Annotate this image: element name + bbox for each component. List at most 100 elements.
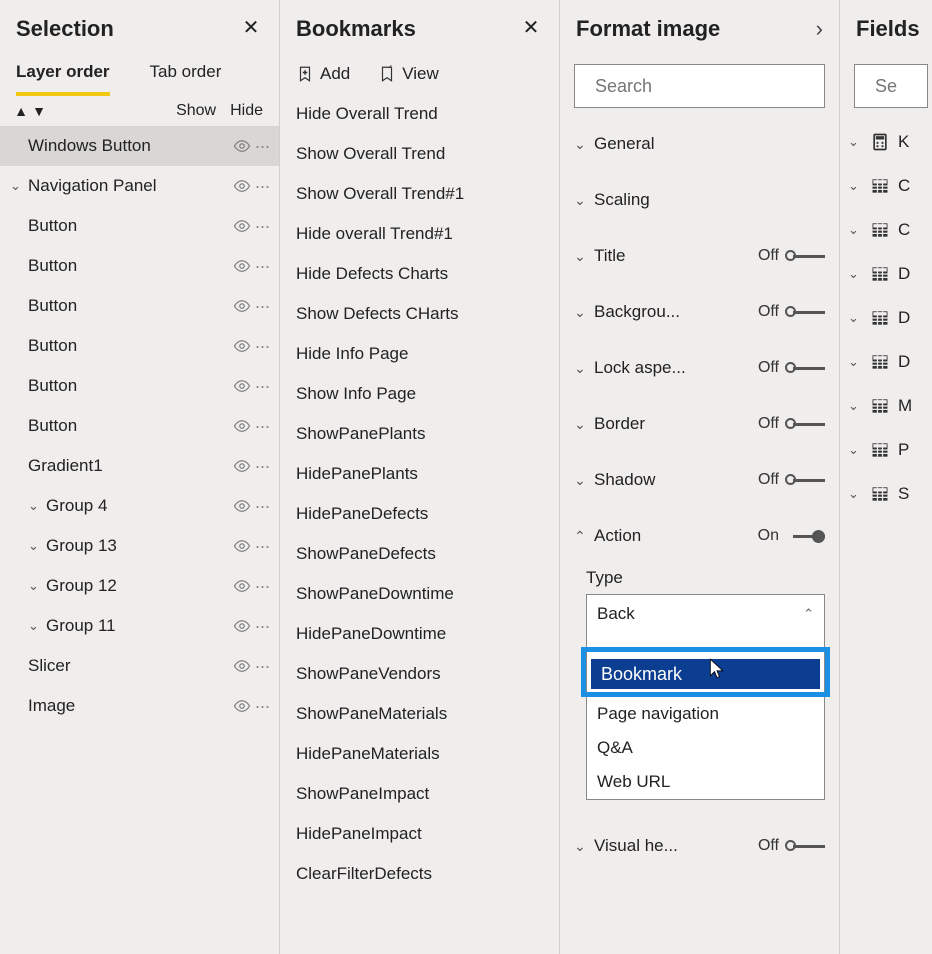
chevron-down-icon[interactable]: ⌄ — [848, 398, 862, 414]
format-section-row[interactable]: ⌄General — [560, 116, 839, 172]
selection-item[interactable]: ⌄Group 12··· — [0, 566, 279, 606]
selection-item[interactable]: ⌄Navigation Panel··· — [0, 166, 279, 206]
more-options-icon[interactable]: ··· — [253, 216, 271, 237]
hide-all-button[interactable]: Hide — [230, 102, 263, 120]
chevron-down-icon[interactable]: ⌄ — [28, 578, 46, 594]
more-options-icon[interactable]: ··· — [253, 696, 271, 717]
dropdown-option[interactable]: Web URL — [587, 765, 824, 799]
more-options-icon[interactable]: ··· — [253, 456, 271, 477]
visibility-eye-icon[interactable] — [231, 455, 253, 477]
type-dropdown[interactable]: Back⌃ — [586, 594, 825, 634]
bookmark-item[interactable]: ShowPaneImpact — [280, 774, 559, 814]
format-section-row[interactable]: ⌄TitleOff — [560, 228, 839, 284]
search-input[interactable] — [593, 75, 829, 98]
format-section-row[interactable]: ⌄Backgrou...Off — [560, 284, 839, 340]
selection-item[interactable]: Button··· — [0, 246, 279, 286]
format-section-row[interactable]: ⌄ShadowOff — [560, 452, 839, 508]
chevron-down-icon[interactable]: ⌄ — [848, 442, 862, 458]
fields-item[interactable]: ⌄P — [840, 428, 932, 472]
more-options-icon[interactable]: ··· — [253, 576, 271, 597]
visibility-eye-icon[interactable] — [231, 175, 253, 197]
bookmark-item[interactable]: HidePaneDefects — [280, 494, 559, 534]
fields-item[interactable]: ⌄C — [840, 208, 932, 252]
fields-item[interactable]: ⌄D — [840, 296, 932, 340]
bookmark-item[interactable]: ShowPaneDefects — [280, 534, 559, 574]
more-options-icon[interactable]: ··· — [253, 176, 271, 197]
selection-item[interactable]: Button··· — [0, 406, 279, 446]
close-icon[interactable]: ✕ — [239, 17, 263, 41]
bookmark-item[interactable]: HidePaneImpact — [280, 814, 559, 854]
search-input[interactable] — [873, 75, 932, 98]
more-options-icon[interactable]: ··· — [253, 416, 271, 437]
dropdown-option[interactable]: Back — [587, 633, 824, 647]
format-section-row[interactable]: ⌃ActionOn — [560, 508, 839, 564]
chevron-down-icon[interactable]: ⌄ — [574, 416, 594, 433]
fields-item[interactable]: ⌄K — [840, 120, 932, 164]
bookmark-item[interactable]: Hide overall Trend#1 — [280, 214, 559, 254]
bookmark-item[interactable]: ClearFilterDefects — [280, 854, 559, 894]
fields-item[interactable]: ⌄D — [840, 252, 932, 296]
format-search-input[interactable] — [574, 64, 825, 108]
chevron-down-icon[interactable]: ⌄ — [848, 266, 862, 282]
visibility-eye-icon[interactable] — [231, 615, 253, 637]
bookmark-item[interactable]: Hide Overall Trend — [280, 94, 559, 134]
chevron-down-icon[interactable]: ⌄ — [574, 248, 594, 265]
selection-item[interactable]: Button··· — [0, 206, 279, 246]
show-all-button[interactable]: Show — [176, 102, 216, 120]
dropdown-option[interactable]: Q&A — [587, 731, 824, 765]
selection-item[interactable]: Windows Button··· — [0, 126, 279, 166]
bookmark-item[interactable]: Hide Defects Charts — [280, 254, 559, 294]
fields-item[interactable]: ⌄M — [840, 384, 932, 428]
bookmark-item[interactable]: Show Overall Trend — [280, 134, 559, 174]
tab-tab-order[interactable]: Tab order — [150, 62, 222, 96]
selection-item[interactable]: Button··· — [0, 326, 279, 366]
chevron-down-icon[interactable]: ⌄ — [848, 134, 862, 150]
visibility-eye-icon[interactable] — [231, 575, 253, 597]
selection-item[interactable]: ⌄Group 4··· — [0, 486, 279, 526]
visibility-eye-icon[interactable] — [231, 415, 253, 437]
bookmark-item[interactable]: ShowPaneDowntime — [280, 574, 559, 614]
toggle-switch[interactable] — [785, 528, 825, 544]
chevron-down-icon[interactable]: ⌄ — [574, 304, 594, 321]
more-options-icon[interactable]: ··· — [253, 336, 271, 357]
dropdown-option[interactable]: Page navigation — [587, 697, 824, 731]
chevron-down-icon[interactable]: ⌄ — [28, 618, 46, 634]
move-down-icon[interactable]: ▼ — [30, 103, 48, 119]
chevron-down-icon[interactable]: ⌄ — [848, 486, 862, 502]
visibility-eye-icon[interactable] — [231, 495, 253, 517]
toggle-switch[interactable] — [785, 248, 825, 264]
chevron-down-icon[interactable]: ⌄ — [848, 354, 862, 370]
selection-item[interactable]: Button··· — [0, 366, 279, 406]
bookmark-item[interactable]: Hide Info Page — [280, 334, 559, 374]
selection-item[interactable]: Button··· — [0, 286, 279, 326]
more-options-icon[interactable]: ··· — [253, 496, 271, 517]
format-section-row[interactable]: ⌄Visual he...Off — [560, 818, 839, 874]
fields-item[interactable]: ⌄C — [840, 164, 932, 208]
chevron-down-icon[interactable]: ⌄ — [848, 178, 862, 194]
chevron-down-icon[interactable]: ⌄ — [28, 498, 46, 514]
fields-item[interactable]: ⌄S — [840, 472, 932, 516]
visibility-eye-icon[interactable] — [231, 295, 253, 317]
dropdown-option-hover[interactable]: Bookmark — [587, 647, 824, 697]
selection-item[interactable]: ⌄Group 11··· — [0, 606, 279, 646]
selection-item[interactable]: Image··· — [0, 686, 279, 726]
toggle-switch[interactable] — [785, 304, 825, 320]
bookmark-item[interactable]: ShowPanePlants — [280, 414, 559, 454]
format-section-row[interactable]: ⌄Lock aspe...Off — [560, 340, 839, 396]
chevron-right-icon[interactable]: › — [799, 16, 823, 42]
more-options-icon[interactable]: ··· — [253, 256, 271, 277]
chevron-down-icon[interactable]: ⌄ — [574, 192, 594, 209]
bookmark-item[interactable]: Show Defects CHarts — [280, 294, 559, 334]
more-options-icon[interactable]: ··· — [253, 616, 271, 637]
visibility-eye-icon[interactable] — [231, 535, 253, 557]
visibility-eye-icon[interactable] — [231, 375, 253, 397]
bookmark-item[interactable]: ShowPaneVendors — [280, 654, 559, 694]
more-options-icon[interactable]: ··· — [253, 376, 271, 397]
selection-item[interactable]: Slicer··· — [0, 646, 279, 686]
bookmark-item[interactable]: HidePaneMaterials — [280, 734, 559, 774]
chevron-down-icon[interactable]: ⌄ — [574, 838, 594, 855]
bookmark-item[interactable]: HidePanePlants — [280, 454, 559, 494]
bookmark-item[interactable]: ShowPaneMaterials — [280, 694, 559, 734]
format-section-row[interactable]: ⌄Scaling — [560, 172, 839, 228]
visibility-eye-icon[interactable] — [231, 135, 253, 157]
